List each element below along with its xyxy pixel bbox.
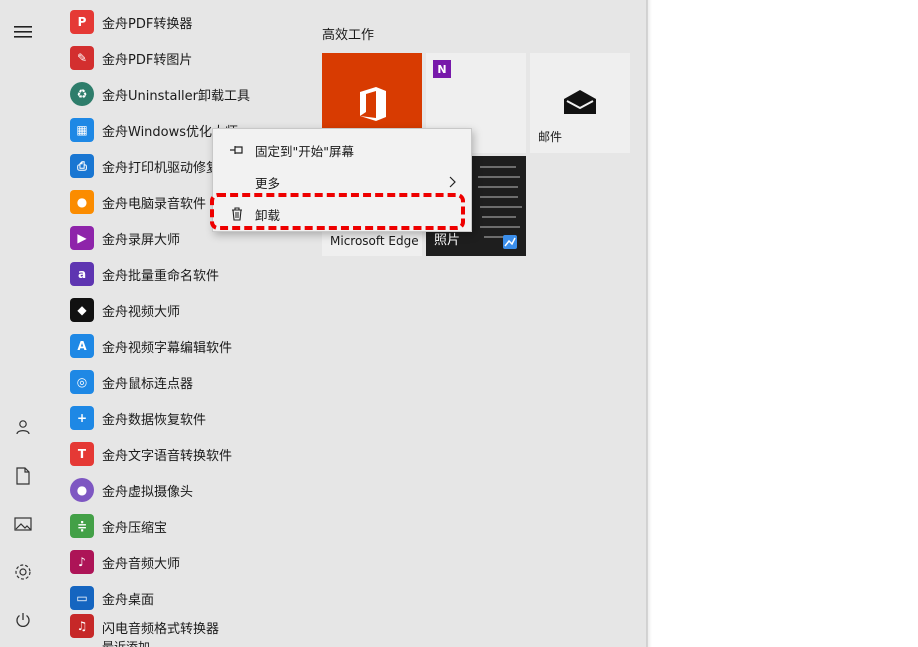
app-label: 金舟视频大师 (102, 304, 181, 320)
start-menu: P 金舟PDF转换器 ✎ 金舟PDF转图片 ♻ 金舟Uninstaller卸载工… (0, 0, 648, 647)
app-label: 金舟桌面 (102, 592, 155, 608)
app-label: 金舟压缩宝 (102, 520, 168, 536)
app-label: 金舟鼠标连点器 (102, 376, 194, 392)
windows-optimizer-icon: ▦ (70, 118, 94, 142)
subtitle-editor-icon: A (70, 334, 94, 358)
mail-tile[interactable]: 邮件 (530, 53, 630, 153)
app-item[interactable]: ✎ 金舟PDF转图片 (60, 40, 310, 76)
tile-group-title: 高效工作 (322, 28, 375, 43)
mail-icon (564, 90, 596, 114)
highlight-annotation (210, 193, 465, 230)
office-icon (360, 87, 386, 121)
photo-thumbnail-line (480, 166, 516, 168)
app-label: 闪电音频格式转换器 (102, 622, 220, 637)
app-item[interactable]: ◎ 金舟鼠标连点器 (60, 364, 310, 400)
app-item[interactable]: ● 金舟虚拟摄像头 (60, 472, 310, 508)
pdf-converter-icon: P (70, 10, 94, 34)
app-label: 金舟音频大师 (102, 556, 181, 572)
user-icon[interactable] (6, 410, 40, 444)
uninstaller-icon: ♻ (70, 82, 94, 106)
power-icon[interactable] (6, 603, 40, 637)
desktop-icon: ▭ (70, 586, 94, 610)
app-label: 金舟打印机驱动修复 (102, 160, 220, 176)
rename-icon: a (70, 262, 94, 286)
photo-thumbnail-line (480, 196, 518, 198)
app-label: 金舟数据恢复软件 (102, 412, 207, 428)
photo-thumbnail-line (478, 176, 520, 178)
photo-thumbnail-line (482, 216, 516, 218)
mail-label: 邮件 (538, 130, 563, 144)
video-master-icon: ◆ (70, 298, 94, 322)
app-item[interactable]: ♫ 闪电音频格式转换器 最近添加 (60, 608, 310, 647)
app-label: 金舟电脑录音软件 (102, 196, 207, 212)
app-item[interactable]: a 金舟批量重命名软件 (60, 256, 310, 292)
app-item[interactable]: A 金舟视频字幕编辑软件 (60, 328, 310, 364)
app-item[interactable]: P 金舟PDF转换器 (60, 4, 310, 40)
data-recovery-icon: + (70, 406, 94, 430)
app-label: 金舟录屏大师 (102, 232, 181, 248)
photos-app-icon (503, 235, 517, 249)
pin-icon (227, 144, 247, 156)
pin-to-start-item[interactable]: 固定到"开始"屏幕 (213, 134, 471, 166)
app-item[interactable]: ◆ 金舟视频大师 (60, 292, 310, 328)
mouse-clicker-icon: ◎ (70, 370, 94, 394)
onenote-icon: N (433, 60, 451, 78)
app-item[interactable]: T 金舟文字语音转换软件 (60, 436, 310, 472)
start-menu-shadow (646, 0, 652, 647)
app-list: P 金舟PDF转换器 ✎ 金舟PDF转图片 ♻ 金舟Uninstaller卸载工… (60, 0, 310, 647)
printer-driver-icon: ⎙ (70, 154, 94, 178)
pictures-icon[interactable] (6, 507, 40, 541)
app-item[interactable]: ♪ 金舟音频大师 (60, 544, 310, 580)
app-item[interactable]: ≑ 金舟压缩宝 (60, 508, 310, 544)
menu-icon[interactable] (6, 15, 40, 49)
app-label: 金舟虚拟摄像头 (102, 484, 194, 500)
audio-master-icon: ♪ (70, 550, 94, 574)
chevron-right-icon (449, 176, 456, 188)
start-rail (0, 0, 46, 647)
audio-converter-icon: ♫ (70, 614, 94, 638)
app-label: 金舟视频字幕编辑软件 (102, 340, 233, 356)
app-label: 金舟批量重命名软件 (102, 268, 220, 284)
photo-thumbnail-line (480, 226, 520, 228)
text-to-speech-icon: T (70, 442, 94, 466)
app-label: 金舟PDF转图片 (102, 52, 193, 68)
app-label: 金舟Uninstaller卸载工具 (102, 88, 251, 104)
compress-icon: ≑ (70, 514, 94, 538)
photo-thumbnail-line (478, 186, 518, 188)
more-label: 更多 (255, 175, 281, 191)
pdf-to-image-icon: ✎ (70, 46, 94, 70)
virtual-camera-icon: ● (70, 478, 94, 502)
app-label: 金舟文字语音转换软件 (102, 448, 233, 464)
recently-added-label: 最近添加 (102, 640, 151, 647)
app-item[interactable]: ♻ 金舟Uninstaller卸载工具 (60, 76, 310, 112)
microphone-icon: ● (70, 190, 94, 214)
document-icon[interactable] (6, 459, 40, 493)
edge-label: Microsoft Edge (330, 234, 419, 248)
app-label: 金舟PDF转换器 (102, 16, 193, 32)
pin-to-start-label: 固定到"开始"屏幕 (255, 143, 354, 159)
settings-icon[interactable] (6, 555, 40, 589)
app-item[interactable]: + 金舟数据恢复软件 (60, 400, 310, 436)
photo-thumbnail-line (480, 206, 522, 208)
screen-recorder-icon: ▶ (70, 226, 94, 250)
